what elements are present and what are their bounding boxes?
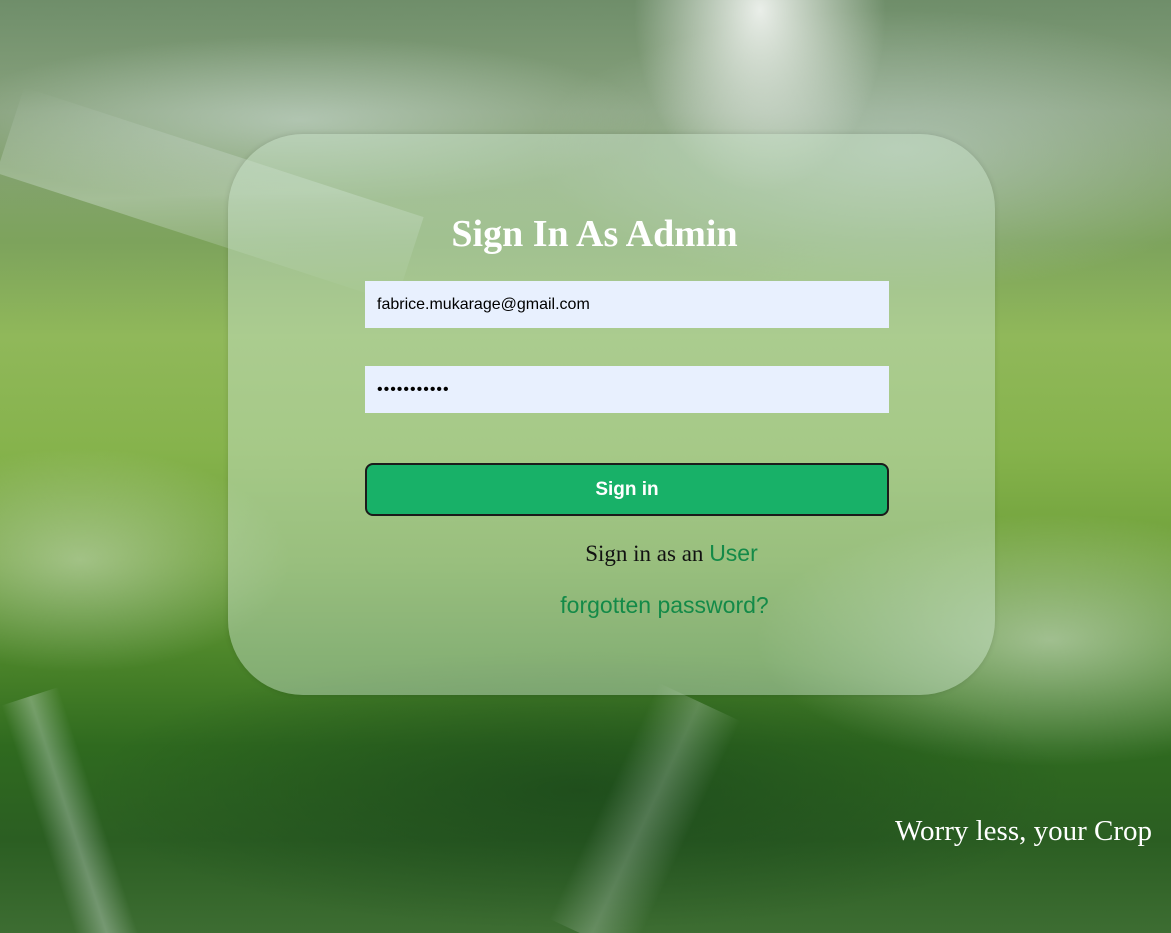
user-signin-text: Sign in as an (585, 541, 704, 566)
scrolling-tagline: Worry less, your Crop (895, 815, 1153, 847)
email-field[interactable] (365, 281, 889, 328)
forgot-password-link[interactable]: forgotten password? (228, 591, 1101, 619)
login-card: Sign In As Admin Sign in Sign in as an U… (228, 134, 995, 695)
password-field[interactable] (365, 366, 889, 413)
user-signin-prompt: Sign in as an User (365, 539, 978, 568)
sign-in-button[interactable]: Sign in (365, 463, 889, 516)
background-spray (1, 687, 139, 933)
page-title: Sign In As Admin (451, 213, 738, 255)
background-spray (549, 683, 741, 933)
user-signin-link[interactable]: User (709, 540, 758, 566)
